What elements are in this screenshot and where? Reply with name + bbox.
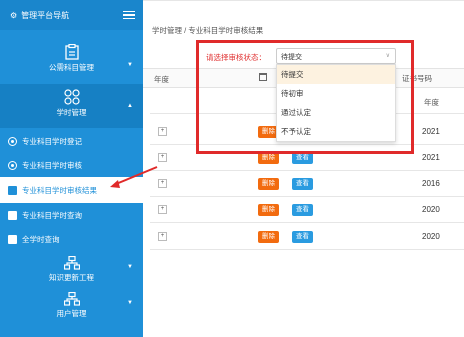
apps-icon (63, 89, 80, 105)
table-row: + 删除 查看 2021 (150, 145, 464, 171)
status-option-pending-submit[interactable]: 待提交 (277, 65, 395, 84)
status-dropdown: 待提交 待初审 通过认定 不予认定 (276, 64, 396, 142)
table-row: + 删除 查看 2020 (150, 197, 464, 223)
delete-button[interactable]: 删除 (258, 204, 279, 216)
expand-row-button[interactable]: + (158, 232, 167, 241)
cert-number-filter-label: 证书号码 (402, 74, 432, 83)
sidebar-item-query[interactable]: 专业科目学时查询 (0, 202, 143, 228)
chevron-down-icon: ▼ (127, 62, 133, 68)
expand-row-button[interactable]: + (158, 153, 167, 162)
clipboard-icon (64, 44, 79, 60)
sidebar-section-label: 用户管理 (56, 309, 87, 318)
sidebar-section-hours[interactable]: 学时管理 ▲ (0, 89, 143, 118)
document-icon (8, 234, 17, 244)
expand-row-button[interactable]: + (158, 179, 167, 188)
delete-button[interactable]: 删除 (258, 152, 279, 164)
sidebar-item-review-result[interactable]: 专业科目学时审核结果 (0, 177, 143, 203)
table-row: + 删除 查看 2020 (150, 224, 464, 250)
expand-row-button[interactable]: + (158, 205, 167, 214)
sidebar: ⚙ 管理平台导航 公需科目管理 ▼ 学时管理 ▲ 专业科目学时登记 专业科目学时… (0, 0, 143, 337)
sitemap-icon (63, 256, 80, 270)
status-option-approved[interactable]: 通过认定 (277, 103, 395, 122)
sidebar-section-label: 学时管理 (56, 108, 87, 117)
view-button[interactable]: 查看 (292, 152, 313, 164)
sidebar-section-public[interactable]: 公需科目管理 ▼ (0, 44, 143, 73)
sidebar-item-all-query[interactable]: 全学时查询 (0, 226, 143, 252)
expand-row-button[interactable]: + (158, 127, 167, 136)
year-cell: 2021 (422, 127, 440, 136)
radio-icon (8, 136, 17, 146)
sidebar-section-label: 知识更新工程 (49, 273, 94, 282)
chevron-down-icon: ▼ (127, 300, 133, 306)
sidebar-item-review[interactable]: 专业科目学时审核 (0, 152, 143, 178)
delete-button[interactable]: 删除 (258, 178, 279, 190)
sidebar-item-register[interactable]: 专业科目学时登记 (0, 128, 143, 154)
sidebar-item-label: 专业科目学时查询 (22, 210, 82, 220)
sidebar-item-label: 专业科目学时审核结果 (22, 185, 97, 195)
column-header-year: 年度 (424, 98, 439, 107)
year-cell: 2021 (422, 153, 440, 162)
sidebar-item-label: 专业科目学时审核 (22, 160, 82, 170)
status-select[interactable]: 待提交 ∨ (276, 48, 396, 64)
document-icon (8, 185, 17, 195)
status-select-value: 待提交 (281, 54, 302, 61)
chevron-down-icon: ▼ (127, 264, 133, 270)
status-option-rejected[interactable]: 不予认定 (277, 122, 395, 141)
breadcrumb: 学时管理 / 专业科目学时审核结果 (152, 26, 264, 35)
sidebar-item-label: 全学时查询 (22, 234, 60, 244)
chevron-up-icon: ▲ (127, 103, 133, 109)
view-button[interactable]: 查看 (292, 231, 313, 243)
chevron-down-icon: ∨ (385, 53, 390, 59)
gear-icon: ⚙ (10, 10, 18, 20)
year-cell: 2020 (422, 232, 440, 241)
delete-button[interactable]: 删除 (258, 231, 279, 243)
document-icon (8, 210, 17, 220)
hamburger-menu-icon[interactable] (123, 9, 135, 22)
sidebar-header: ⚙ 管理平台导航 (0, 0, 143, 30)
sidebar-section-label: 公需科目管理 (49, 63, 94, 72)
year-cell: 2016 (422, 179, 440, 188)
radio-icon (8, 160, 17, 170)
sidebar-section-users[interactable]: 用户管理 ▼ (0, 292, 143, 319)
calendar-icon[interactable] (259, 73, 267, 81)
table-row: + 删除 查看 2016 (150, 171, 464, 197)
sitemap-icon (63, 292, 80, 306)
view-button[interactable]: 查看 (292, 178, 313, 190)
status-option-pending-review[interactable]: 待初审 (277, 84, 395, 103)
sidebar-title: 管理平台导航 (21, 10, 70, 20)
view-button[interactable]: 查看 (292, 204, 313, 216)
year-cell: 2020 (422, 205, 440, 214)
status-filter-label: 请选择审核状态： (206, 53, 266, 62)
divider (143, 0, 464, 1)
year-filter-label: 年度 (154, 75, 169, 84)
sidebar-item-label: 专业科目学时登记 (22, 136, 82, 146)
sidebar-section-knowledge[interactable]: 知识更新工程 ▼ (0, 256, 143, 283)
